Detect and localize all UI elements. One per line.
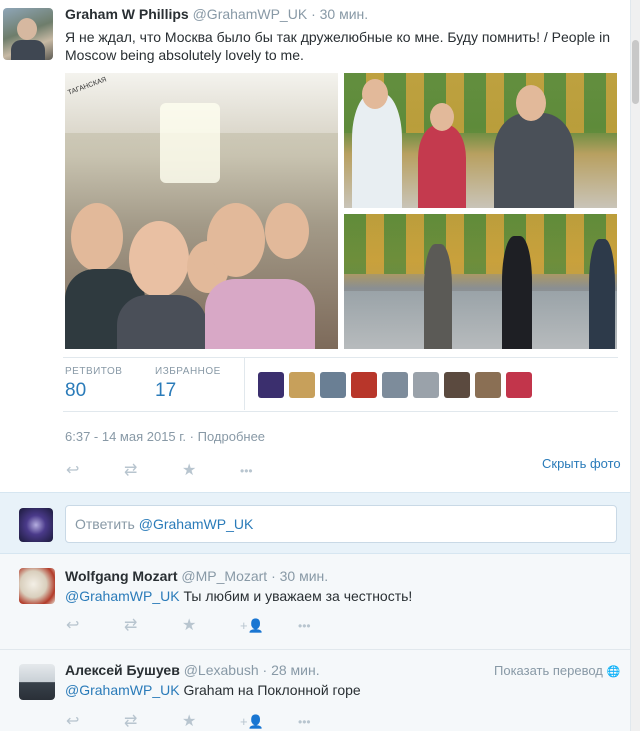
globe-icon: 🌐 [606, 666, 621, 678]
reply-text: @GrahamWP_UK Graham на Поклонной горе [65, 682, 361, 698]
hide-photo-link[interactable]: Скрыть фото [542, 456, 621, 471]
show-translation-link[interactable]: Показать перевод 🌐 [494, 663, 620, 678]
tweet-actions: ↩ ⇄ ★ ••• [66, 461, 298, 481]
author-name[interactable]: Алексей Бушуев [65, 662, 180, 678]
favoriter-avatar[interactable] [382, 372, 408, 398]
reply-placeholder: Ответить [75, 516, 139, 532]
reply-header: Wolfgang Mozart @MP_Mozart · 30 мин. [65, 568, 328, 584]
retweet-icon[interactable]: ⇄ [124, 616, 182, 636]
divider [63, 411, 618, 412]
favoriter-avatar[interactable] [506, 372, 532, 398]
author-name[interactable]: Graham W Phillips [65, 6, 189, 22]
favoriter-avatar[interactable] [351, 372, 377, 398]
reply-tweet: Алексей Бушуев @Lexabush · 28 мин. Показ… [0, 650, 630, 731]
divider [63, 357, 618, 358]
favorites-label: ИЗБРАННОЕ [155, 366, 221, 377]
reply-tweet: Wolfgang Mozart @MP_Mozart · 30 мин. @Gr… [0, 554, 630, 650]
main-tweet: Graham W Phillips @GrahamWP_UK · 30 мин.… [0, 0, 630, 492]
translate-label: Показать перевод [494, 663, 603, 678]
scrollbar[interactable] [630, 0, 640, 731]
reply-text: @GrahamWP_UK Ты любим и уважаем за честн… [65, 588, 412, 604]
tweet-time[interactable]: · 30 мин. [271, 568, 328, 584]
avatar[interactable] [3, 8, 53, 60]
author-handle[interactable]: @GrahamWP_UK [193, 6, 308, 22]
reply-header: Алексей Бушуев @Lexabush · 28 мин. [65, 662, 320, 678]
favorite-icon[interactable]: ★ [182, 616, 240, 636]
photo-handshake[interactable] [344, 73, 617, 208]
tweet-time[interactable]: · 28 мин. [263, 662, 320, 678]
favoriter-avatar[interactable] [475, 372, 501, 398]
favoriters-list [258, 372, 532, 398]
more-icon[interactable]: ••• [298, 616, 356, 636]
photo-red-square[interactable] [344, 214, 617, 349]
follow-icon[interactable]: +👤 [240, 712, 298, 731]
tweet-text: Я не ждал, что Москва было бы так дружел… [65, 29, 611, 63]
retweets-stat[interactable]: РЕТВИТОВ 80 [65, 366, 122, 402]
favoriter-avatar[interactable] [258, 372, 284, 398]
tweet-header: Graham W Phillips @GrahamWP_UK · 30 мин. [65, 6, 368, 22]
follow-icon[interactable]: +👤 [240, 616, 298, 636]
scroll-thumb[interactable] [632, 40, 639, 104]
retweet-icon[interactable]: ⇄ [124, 461, 182, 481]
favorites-count[interactable]: 17 [155, 380, 221, 402]
author-name[interactable]: Wolfgang Mozart [65, 568, 178, 584]
stats-separator [244, 358, 245, 410]
favoriter-avatar[interactable] [320, 372, 346, 398]
current-user-avatar [19, 508, 53, 542]
avatar[interactable] [19, 664, 55, 700]
favorite-icon[interactable]: ★ [182, 712, 240, 731]
mention-link[interactable]: @GrahamWP_UK [65, 588, 180, 604]
retweets-count[interactable]: 80 [65, 380, 122, 402]
reply-box: Ответить @GrahamWP_UK [0, 492, 630, 554]
favoriter-avatar[interactable] [444, 372, 470, 398]
reply-body: Ты любим и уважаем за честность! [183, 588, 413, 604]
retweet-icon[interactable]: ⇄ [124, 712, 182, 731]
retweets-label: РЕТВИТОВ [65, 366, 123, 377]
mention-link[interactable]: @GrahamWP_UK [65, 682, 180, 698]
tweet-timestamp[interactable]: 6:37 - 14 мая 2015 г. [65, 429, 186, 444]
photo-grid: ТАГАНСКАЯ [65, 73, 617, 349]
reply-icon[interactable]: ↩ [66, 461, 124, 481]
photo-metro-selfie[interactable]: ТАГАНСКАЯ [65, 73, 338, 349]
tweet-datetime: 6:37 - 14 мая 2015 г. · Подробнее [65, 429, 265, 444]
reply-icon[interactable]: ↩ [66, 616, 124, 636]
tweet-actions: ↩ ⇄ ★ +👤 ••• [66, 616, 356, 636]
favorites-stat[interactable]: ИЗБРАННОЕ 17 [155, 366, 221, 402]
avatar[interactable] [19, 568, 55, 604]
author-handle[interactable]: @Lexabush [184, 662, 259, 678]
reply-mention: @GrahamWP_UK [138, 516, 254, 532]
tweet-actions: ↩ ⇄ ★ +👤 ••• [66, 712, 356, 731]
favoriter-avatar[interactable] [413, 372, 439, 398]
reply-body: Graham на Поклонной горе [183, 682, 361, 698]
tweet-time[interactable]: · 30 мин. [311, 6, 368, 22]
author-handle[interactable]: @MP_Mozart [181, 568, 267, 584]
favorite-icon[interactable]: ★ [182, 461, 240, 481]
reply-input[interactable]: Ответить @GrahamWP_UK [65, 505, 617, 543]
more-icon[interactable]: ••• [298, 712, 356, 731]
favoriter-avatar[interactable] [289, 372, 315, 398]
reply-icon[interactable]: ↩ [66, 712, 124, 731]
details-link[interactable]: · Подробнее [190, 429, 265, 444]
more-icon[interactable]: ••• [240, 461, 298, 481]
